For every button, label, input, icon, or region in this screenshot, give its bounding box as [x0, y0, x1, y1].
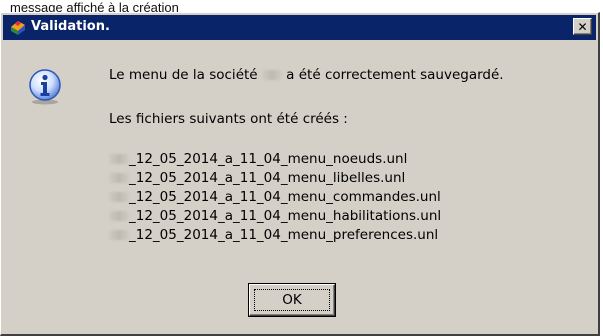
file-name: _12_05_2014_a_11_04_menu_noeuds.unl: [129, 151, 408, 167]
file-name: _12_05_2014_a_11_04_menu_commandes.unl: [129, 189, 441, 205]
file-item: _12_05_2014_a_11_04_menu_noeuds.unl: [109, 150, 441, 169]
info-icon: [29, 69, 61, 105]
focus-ring: [254, 289, 330, 311]
file-name: _12_05_2014_a_11_04_menu_habilitations.u…: [129, 208, 442, 224]
validation-dialog: Validation. ✕ Le menu de la société a ét…: [0, 12, 600, 336]
app-icon: [11, 21, 25, 35]
prefix-redacted: [109, 230, 129, 240]
file-item: _12_05_2014_a_11_04_menu_habilitations.u…: [109, 207, 441, 226]
prefix-redacted: [109, 154, 129, 164]
dialog-title: Validation.: [31, 19, 110, 34]
file-item: _12_05_2014_a_11_04_menu_commandes.unl: [109, 188, 441, 207]
title-bar[interactable]: Validation. ✕: [3, 15, 596, 40]
prefix-redacted: [109, 173, 129, 183]
message-end: a été correctement sauvegardé.: [281, 67, 504, 83]
files-intro: Les fichiers suivants ont été créés :: [109, 111, 348, 127]
company-name-redacted: [261, 70, 282, 80]
close-icon: ✕: [577, 19, 588, 34]
prefix-redacted: [109, 192, 129, 202]
file-name: _12_05_2014_a_11_04_menu_preferences.unl: [129, 227, 439, 243]
file-name: _12_05_2014_a_11_04_menu_libelles.unl: [129, 170, 406, 186]
ok-button[interactable]: OK: [249, 284, 335, 316]
prefix-redacted: [109, 211, 129, 221]
file-item: _12_05_2014_a_11_04_menu_libelles.unl: [109, 169, 441, 188]
file-list: _12_05_2014_a_11_04_menu_noeuds.unl _12_…: [109, 150, 441, 245]
file-item: _12_05_2014_a_11_04_menu_preferences.unl: [109, 226, 441, 245]
message-start: Le menu de la société: [109, 67, 262, 83]
close-button[interactable]: ✕: [573, 18, 592, 35]
save-message: Le menu de la société a été correctement…: [109, 67, 504, 83]
